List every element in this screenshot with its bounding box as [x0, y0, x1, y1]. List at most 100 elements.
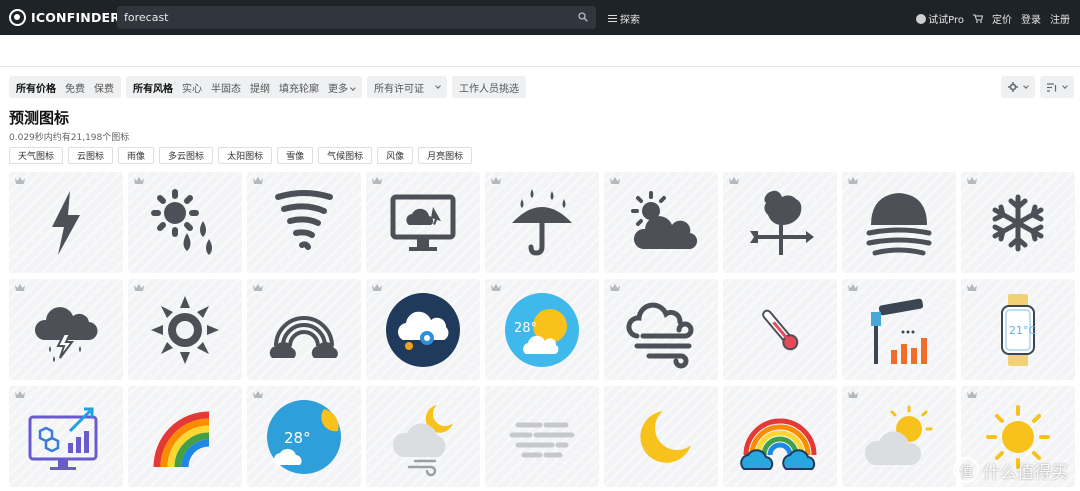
icon-card[interactable] [247, 279, 361, 380]
snowflake-icon [992, 194, 1044, 251]
sort-icon [1047, 82, 1057, 92]
style-filter-semi-solid[interactable]: 半固态 [211, 80, 241, 95]
logo[interactable]: ICONFINDER [9, 9, 120, 26]
sort-dropdown[interactable] [1040, 76, 1074, 98]
related-tags: 天气图标 云图标 雨像 多云图标 太阳图标 雪像 气候图标 风像 月亮图标 [9, 147, 473, 164]
login-link[interactable]: 登录 [1021, 11, 1041, 26]
style-filter-all[interactable]: 所有风格 [133, 80, 173, 95]
icon-card[interactable] [366, 172, 480, 273]
tag-cloudy[interactable]: 多云图标 [159, 147, 214, 164]
search-bar[interactable] [117, 6, 596, 29]
tag-snow[interactable]: 雪像 [277, 147, 314, 164]
tag-wind[interactable]: 风像 [377, 147, 414, 164]
watermark-text: 什么值得买 [983, 462, 1068, 483]
tag-moon[interactable]: 月亮图标 [418, 147, 473, 164]
cloud-wind-icon [626, 302, 694, 368]
cloud-fog-icon [866, 192, 932, 255]
lightning-bolt-icon [52, 190, 80, 255]
tag-rain[interactable]: 雨像 [118, 147, 155, 164]
staff-picks-filter[interactable]: 工作人员挑选 [452, 76, 526, 98]
icon-card[interactable]: 28° [485, 279, 599, 380]
cloud-settings-badge-icon [386, 292, 460, 367]
icon-card[interactable] [604, 279, 718, 380]
icon-card[interactable] [604, 386, 718, 487]
hamburger-icon [608, 15, 617, 22]
gear-icon [1008, 82, 1018, 92]
sun-icon [151, 295, 219, 364]
sun-28-badge-icon: 28° [505, 292, 579, 367]
style-filter-filled-outline[interactable]: 填充轮廓 [279, 80, 319, 95]
moon-cloud-wind-icon [392, 404, 453, 476]
monitor-cloud-cursor-icon [390, 194, 456, 251]
icon-card[interactable] [842, 172, 956, 273]
icon-card[interactable] [604, 172, 718, 273]
thunder-rain-cloud-icon [34, 306, 98, 362]
tag-climate[interactable]: 气候图标 [318, 147, 373, 164]
weathervane-rooster-icon [750, 190, 814, 255]
top-navigation-bar: ICONFINDER 探索 试试Pro 定价 登录 注册 [0, 0, 1080, 35]
rainbow-color-icon [153, 411, 210, 467]
tornado-icon [275, 189, 333, 250]
icon-card[interactable] [366, 279, 480, 380]
page-title: 预测图标 [9, 109, 70, 127]
icon-card[interactable] [128, 172, 242, 273]
icon-card[interactable] [9, 172, 123, 273]
icon-card[interactable] [723, 386, 837, 487]
monitor-analytics-icon [28, 407, 98, 470]
chevron-down-icon [435, 83, 441, 89]
search-icon[interactable] [578, 12, 588, 22]
pro-icon [916, 13, 927, 24]
style-filter: 所有风格 实心 半固态 提纲 填充轮廓 更多 [126, 76, 362, 98]
icon-card[interactable] [842, 386, 956, 487]
icon-card[interactable] [9, 279, 123, 380]
chevron-down-icon [350, 84, 356, 91]
try-pro-link[interactable]: 试试Pro [916, 11, 964, 26]
account-nav: 试试Pro 定价 登录 注册 [916, 11, 1070, 26]
license-filter[interactable]: 所有许可证 [367, 76, 447, 98]
icon-card[interactable]: 21°C [961, 279, 1075, 380]
icon-card[interactable]: 28° [247, 386, 361, 487]
style-filter-solid[interactable]: 实心 [182, 80, 202, 95]
sun-badge-temp: 28° [514, 321, 537, 336]
cart-icon[interactable] [973, 14, 983, 23]
icon-card[interactable] [842, 279, 956, 380]
sun-cloud-icon [631, 190, 698, 249]
view-controls [1001, 76, 1074, 98]
rainbow-clouds-icon [269, 315, 338, 358]
price-filter-premium[interactable]: 保费 [94, 80, 114, 95]
icon-card[interactable] [9, 386, 123, 487]
icon-card[interactable] [128, 279, 242, 380]
icon-card[interactable] [247, 172, 361, 273]
price-filter-all[interactable]: 所有价格 [16, 80, 56, 95]
signup-link[interactable]: 注册 [1050, 11, 1070, 26]
result-count: 0.029秒内约有21,198个图标 [9, 133, 130, 143]
icon-card[interactable] [723, 172, 837, 273]
pricing-link[interactable]: 定价 [992, 11, 1012, 26]
icon-card[interactable] [961, 172, 1075, 273]
style-filter-more[interactable]: 更多 [328, 80, 356, 95]
style-filter-outline[interactable]: 提纲 [250, 80, 270, 95]
style-more-label: 更多 [328, 83, 348, 95]
explore-menu[interactable]: 探索 [608, 11, 640, 26]
tag-weather[interactable]: 天气图标 [9, 147, 64, 164]
license-filter-label: 所有许可证 [374, 83, 424, 95]
icon-card[interactable] [723, 279, 837, 380]
telescope-chart-icon [871, 298, 927, 364]
chevron-down-icon [1023, 83, 1029, 89]
icon-card[interactable] [485, 172, 599, 273]
icon-card[interactable] [485, 386, 599, 487]
tag-cloud[interactable]: 云图标 [68, 147, 114, 164]
icon-grid: 28° 21°C 28° [9, 172, 1075, 487]
logo-icon [9, 9, 26, 26]
tag-sun[interactable]: 太阳图标 [218, 147, 273, 164]
weather-circle-temp: 28° [284, 429, 311, 447]
icon-card[interactable] [128, 386, 242, 487]
search-input[interactable] [124, 11, 564, 24]
icon-card[interactable] [366, 386, 480, 487]
divider [0, 66, 1080, 67]
settings-dropdown[interactable] [1001, 76, 1035, 98]
smartwatch-21c-icon: 21°C [1001, 293, 1036, 366]
explore-label: 探索 [620, 15, 640, 26]
chevron-down-icon [1062, 83, 1068, 89]
price-filter-free[interactable]: 免费 [65, 80, 85, 95]
